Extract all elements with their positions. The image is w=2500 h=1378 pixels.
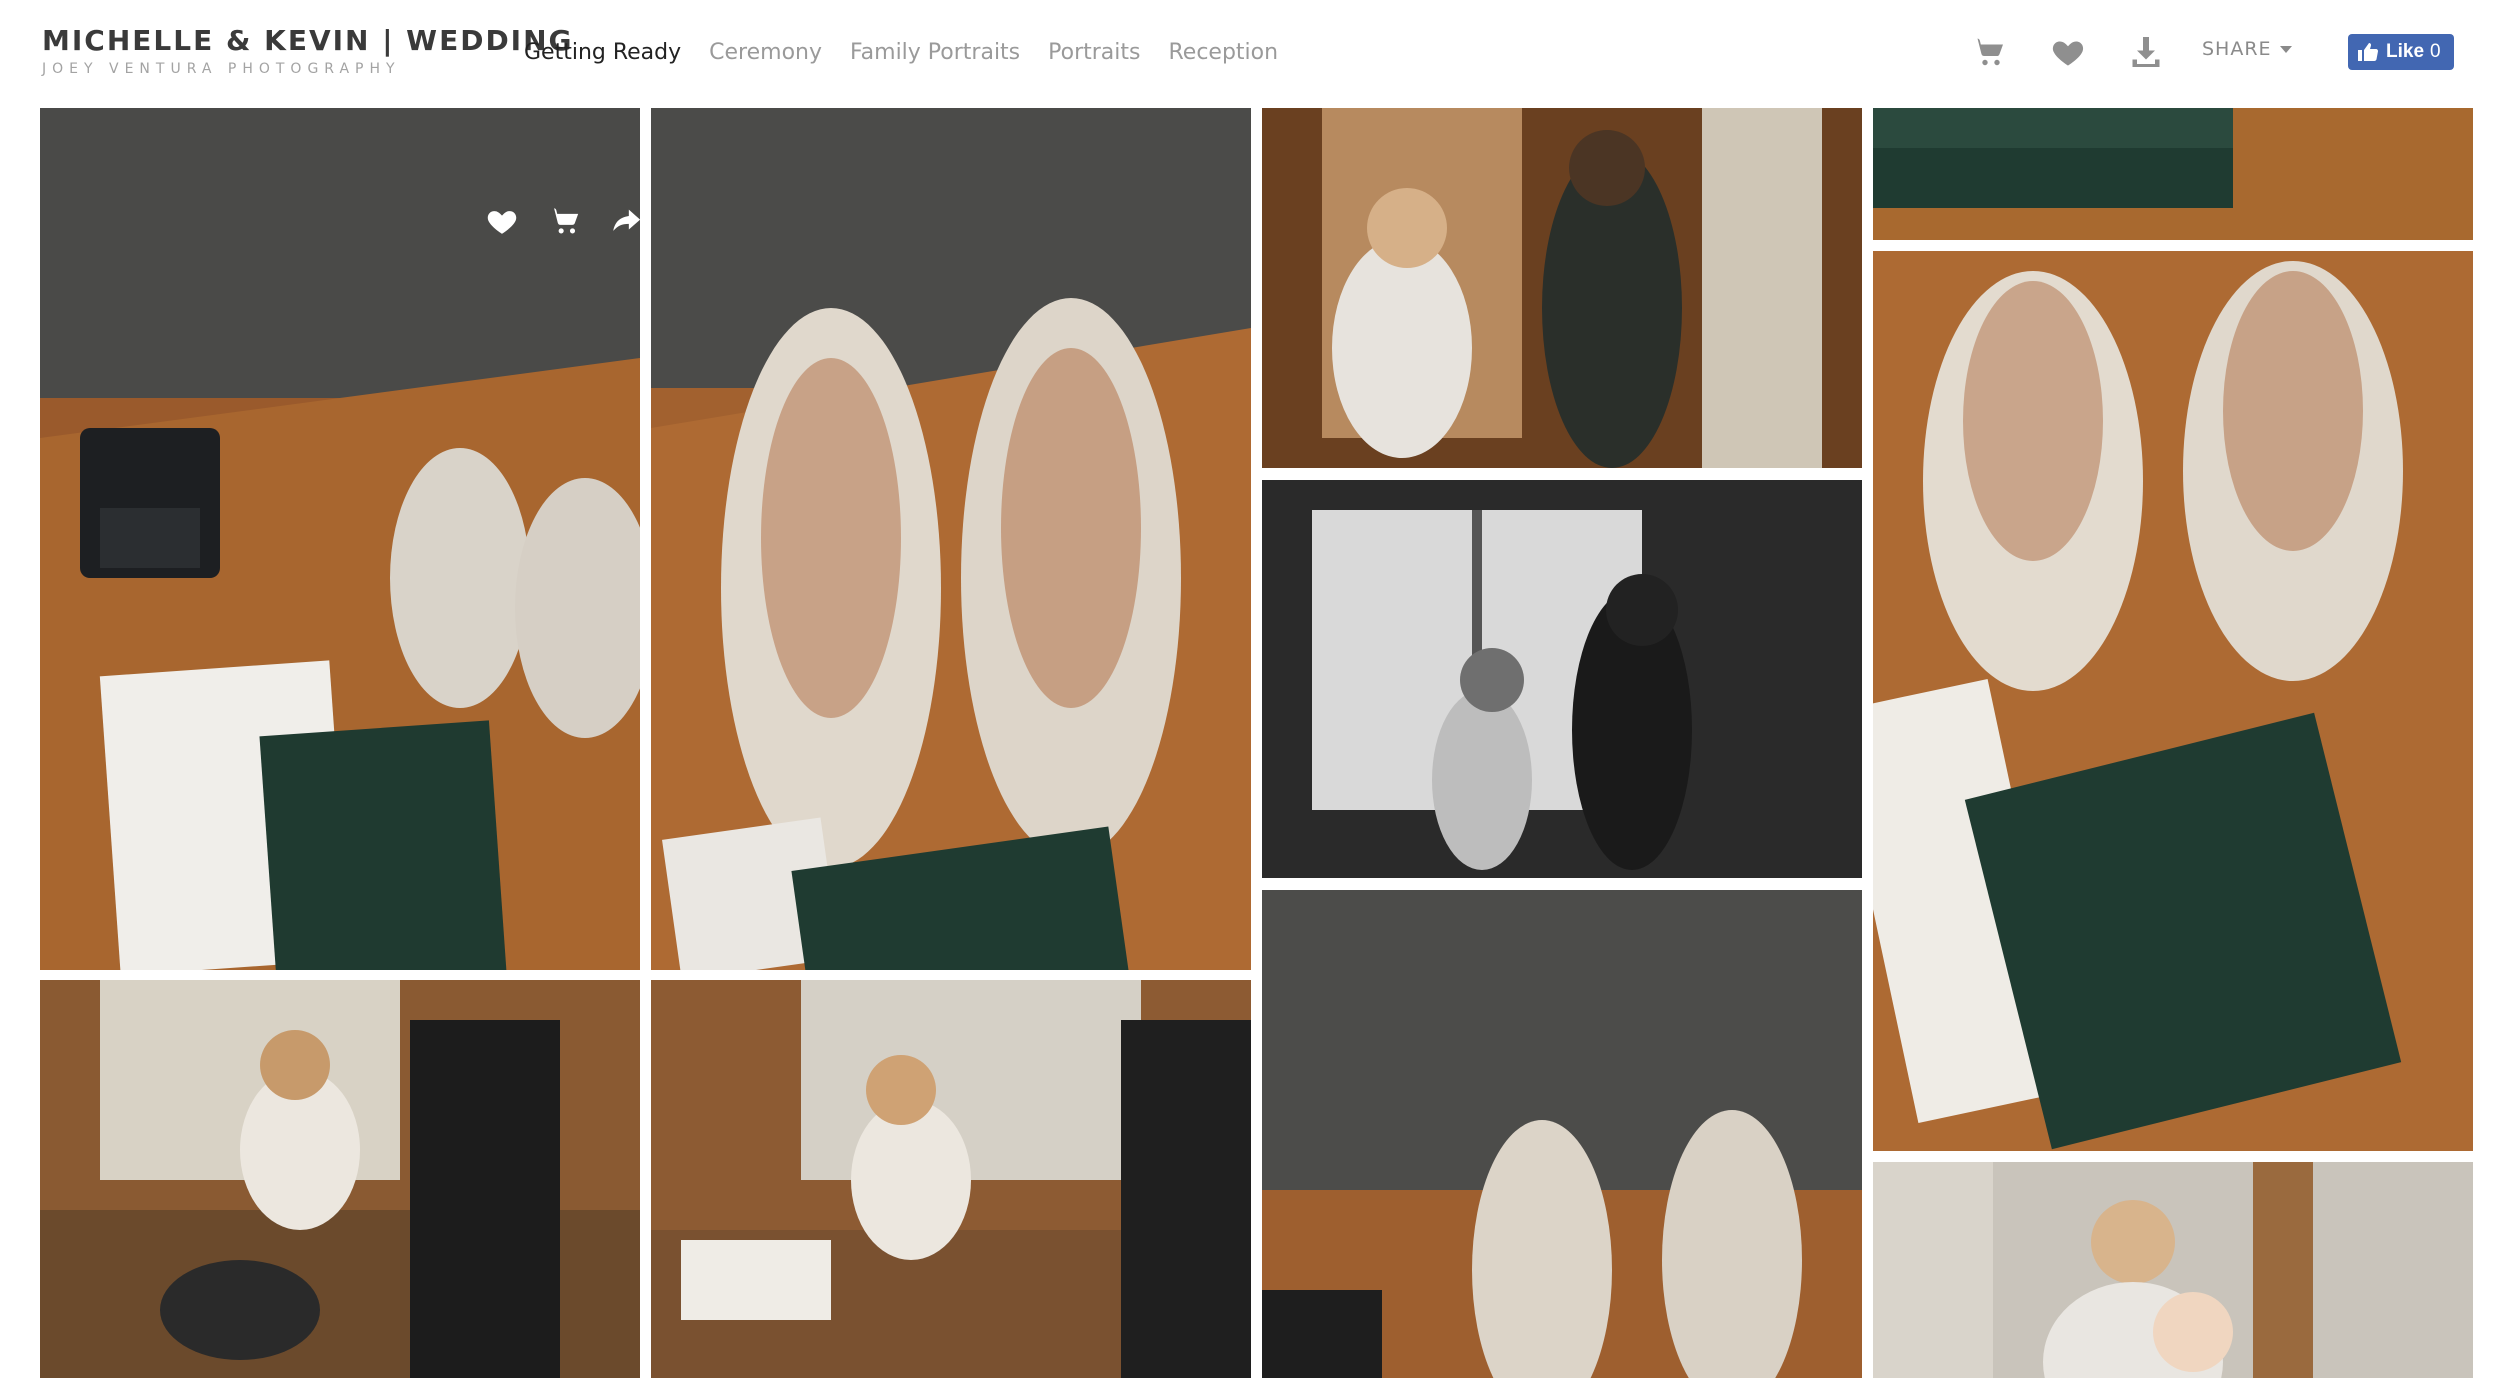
download-icon[interactable] xyxy=(2128,34,2164,70)
share-label: SHARE xyxy=(2202,38,2272,60)
heart-icon[interactable] xyxy=(2050,34,2086,70)
photo-shoes-wall[interactable] xyxy=(1262,890,1862,1378)
nav-family-portraits[interactable]: Family Portraits xyxy=(850,40,1020,65)
cart-icon[interactable] xyxy=(547,204,581,238)
photo-bride-friends-dog[interactable] xyxy=(40,980,640,1378)
photo-shoes-closeup-invitation[interactable] xyxy=(651,108,1251,970)
facebook-like-button[interactable]: Like 0 xyxy=(2348,34,2454,70)
photo-shoes-rings-invitation[interactable] xyxy=(40,108,640,970)
site-header: MICHELLE & KEVIN | WEDDING JOEY VENTURA … xyxy=(0,0,2500,106)
photo-invitation-top[interactable] xyxy=(1873,108,2473,240)
facebook-like-label: Like xyxy=(2386,41,2425,62)
facebook-like-count: 0 xyxy=(2430,41,2441,62)
thumbs-up-icon xyxy=(2358,43,2379,62)
photo-makeup-bride-color[interactable] xyxy=(1262,108,1862,468)
photo-bride-dog-table[interactable] xyxy=(651,980,1251,1378)
photo-woman-child[interactable] xyxy=(1873,1162,2473,1378)
nav-reception[interactable]: Reception xyxy=(1168,40,1278,65)
brand[interactable]: MICHELLE & KEVIN | WEDDING JOEY VENTURA … xyxy=(42,24,574,77)
nav-getting-ready[interactable]: Getting Ready xyxy=(524,40,681,65)
share-button[interactable]: SHARE xyxy=(2202,38,2292,60)
photo-shoes-invitation-overhead[interactable] xyxy=(1873,251,2473,1151)
chevron-down-icon xyxy=(2279,46,2292,53)
share-icon[interactable] xyxy=(609,204,640,238)
photo-makeup-bride-bw[interactable] xyxy=(1262,480,1862,878)
gallery-title: MICHELLE & KEVIN | WEDDING xyxy=(42,24,574,57)
nav-portraits[interactable]: Portraits xyxy=(1048,40,1140,65)
cart-icon[interactable] xyxy=(1970,34,2006,70)
heart-icon[interactable] xyxy=(485,204,519,238)
nav-ceremony[interactable]: Ceremony xyxy=(709,40,822,65)
photographer-name: JOEY VENTURA PHOTOGRAPHY xyxy=(42,61,401,77)
category-nav: Getting Ready Ceremony Family Portraits … xyxy=(524,40,1278,65)
